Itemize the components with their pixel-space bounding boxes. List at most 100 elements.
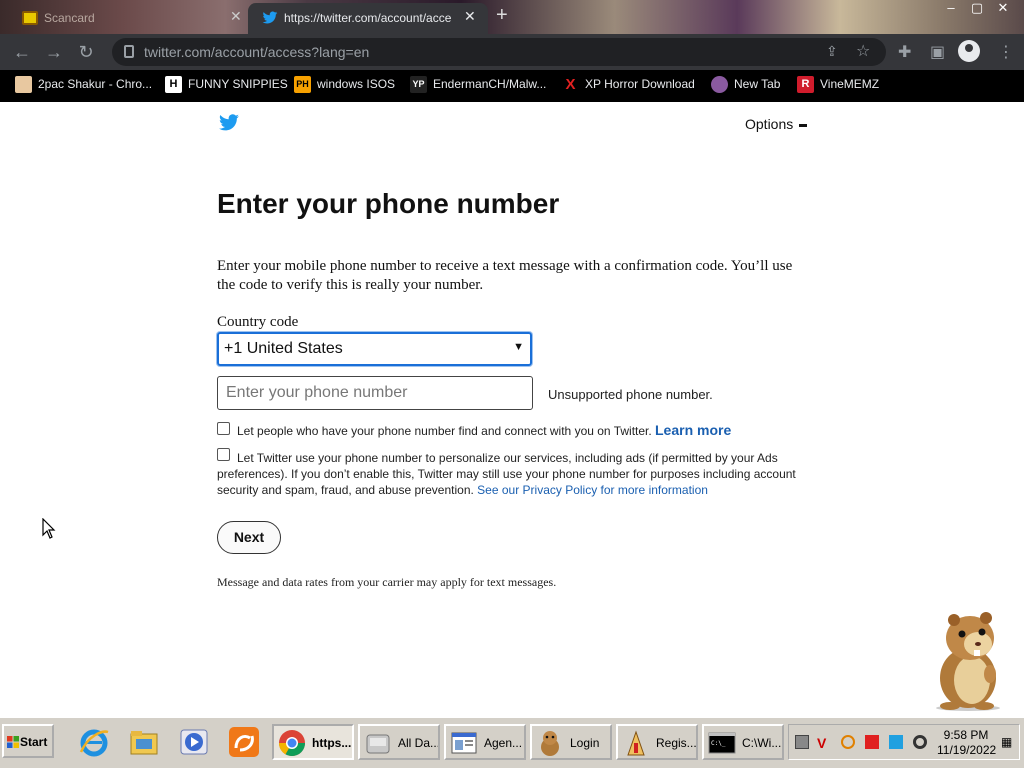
bookmark-2pac[interactable]: 2pac Shakur - Chro... <box>15 76 153 93</box>
taskbar-label: Agen... <box>484 736 523 750</box>
reload-icon[interactable]: ↻ <box>74 42 98 63</box>
tray-app-icon[interactable] <box>795 735 809 749</box>
country-code-label: Country code <box>217 314 299 330</box>
find-by-phone-label: Let people who have your phone number fi… <box>237 424 652 438</box>
country-code-value: +1 United States <box>224 340 343 357</box>
chrome-icon <box>15 76 32 93</box>
svg-text:C:\_: C:\_ <box>711 740 726 747</box>
close-window-icon[interactable]: ✕ <box>990 0 1016 18</box>
taskbar-cmd[interactable]: C:\_ C:\Wi... <box>702 724 784 760</box>
share-icon[interactable]: ⇪ <box>826 43 838 60</box>
bookmark-star-icon[interactable]: ☆ <box>856 41 870 61</box>
bookmark-label: 2pac Shakur - Chro... <box>38 77 153 91</box>
media-player-icon[interactable] <box>178 726 210 758</box>
file-explorer-icon[interactable] <box>128 726 160 758</box>
taskbar-all-data[interactable]: All Da... <box>358 724 440 760</box>
new-tab-icon[interactable]: + <box>496 4 508 27</box>
r-icon: R <box>797 76 814 93</box>
country-code-select[interactable]: +1 United States ▼ <box>217 332 532 366</box>
hamster-icon <box>541 731 559 756</box>
taskbar-label: All Da... <box>398 736 440 750</box>
url-text[interactable]: twitter.com/account/access?lang=en <box>144 44 369 60</box>
personalize-ads-label: Let Twitter use your phone number to per… <box>217 450 807 498</box>
close-icon[interactable]: ✕ <box>230 8 242 25</box>
phone-number-input[interactable]: Enter your phone number <box>217 376 533 410</box>
clock-time: 9:58 PM <box>943 728 989 742</box>
mouse-cursor-icon <box>42 518 56 539</box>
clock[interactable]: 9:58 PM 11/19/2022 <box>937 728 997 758</box>
maximize-icon[interactable]: ▢ <box>964 0 990 18</box>
uc-browser-icon[interactable] <box>228 726 260 758</box>
close-icon[interactable]: ✕ <box>464 8 476 25</box>
back-icon[interactable]: ← <box>10 42 34 63</box>
start-label: Start <box>20 735 48 749</box>
windows-logo-icon <box>7 736 19 748</box>
taskbar-label: https... <box>312 736 352 750</box>
page-content: Options Enter your phone number Enter yo… <box>0 102 1024 716</box>
cmd-icon: C:\_ <box>708 732 736 754</box>
start-button[interactable]: Start <box>2 724 54 758</box>
yp-icon: YP <box>410 76 427 93</box>
clock-date: 11/19/2022 <box>937 743 997 757</box>
forward-icon[interactable]: → <box>42 42 66 63</box>
profile-avatar-icon[interactable] <box>958 40 980 62</box>
bookmark-label: VineMEMZ <box>820 77 880 91</box>
taskbar-login[interactable]: Login <box>530 724 612 760</box>
antivirus-icon[interactable]: V <box>817 735 831 751</box>
drive-icon <box>366 734 390 754</box>
taskbar-label: Regis... <box>656 736 697 750</box>
search-tray-icon[interactable] <box>841 735 855 749</box>
show-desktop-icon[interactable]: ▦ <box>1001 735 1015 749</box>
carrier-rates-note: Message and data rates from your carrier… <box>217 575 557 589</box>
bookmark-label: New Tab <box>734 77 781 91</box>
tab-scancard[interactable]: Scancard ✕ <box>8 3 248 34</box>
scancard-icon <box>22 11 38 25</box>
privacy-policy-link[interactable]: See our Privacy Policy for more informat… <box>477 483 708 497</box>
h-icon: H <box>165 76 182 93</box>
taskbar-agent[interactable]: Agen... <box>444 724 526 760</box>
bookmark-vinememz[interactable]: R VineMEMZ <box>797 76 880 93</box>
bookmark-label: windows ISOS <box>317 77 396 91</box>
chrome-icon <box>278 730 306 757</box>
taskbar-chrome[interactable]: https... <box>272 724 354 760</box>
record-icon[interactable] <box>913 735 927 749</box>
menu-kebab-icon[interactable]: ⋮ <box>998 42 1014 62</box>
bookmark-new-tab[interactable]: New Tab <box>711 76 781 93</box>
twitter-logo-icon[interactable] <box>218 114 240 132</box>
address-bar[interactable]: twitter.com/account/access?lang=en ⇪ ☆ <box>112 38 886 66</box>
next-button[interactable]: Next <box>217 521 281 554</box>
bookmark-funny-snippies[interactable]: H FUNNY SNIPPIES <box>165 76 288 93</box>
phone-error-message: Unsupported phone number. <box>548 387 713 402</box>
lock-icon[interactable] <box>124 45 134 58</box>
side-panel-icon[interactable]: ▣ <box>930 42 945 62</box>
browser-toolbar: ← → ↻ twitter.com/account/access?lang=en… <box>0 34 1024 70</box>
minimize-icon[interactable]: – <box>938 0 964 18</box>
page-title: Enter your phone number <box>217 188 560 219</box>
taskbar: Start https... All Da... Agen... Login R… <box>0 716 1024 768</box>
tab-title: https://twitter.com/account/acce <box>284 11 452 25</box>
bookmark-endermanch[interactable]: YP EndermanCH/Malw... <box>410 76 546 93</box>
network-icon[interactable] <box>889 735 903 749</box>
bookmark-label: XP Horror Download <box>585 77 695 91</box>
internet-explorer-icon[interactable] <box>78 726 110 758</box>
options-menu-icon[interactable] <box>799 124 807 127</box>
bookmark-windows-isos[interactable]: PH windows ISOS <box>294 76 396 93</box>
find-by-phone-checkbox[interactable] <box>217 422 230 435</box>
tab-twitter[interactable]: https://twitter.com/account/acce ✕ <box>248 3 488 34</box>
bookmark-xp-horror[interactable]: X XP Horror Download <box>562 76 695 93</box>
globe-icon <box>711 76 728 93</box>
installer-icon <box>627 730 645 756</box>
window-icon <box>451 732 477 754</box>
learn-more-link[interactable]: Learn more <box>655 422 731 438</box>
taskbar-registry[interactable]: Regis... <box>616 724 698 760</box>
intro-text: Enter your mobile phone number to receiv… <box>217 258 793 293</box>
options-menu[interactable]: Options <box>745 116 793 132</box>
flag-icon[interactable] <box>865 735 879 749</box>
ph-icon: PH <box>294 76 311 93</box>
taskbar-label: Login <box>570 736 600 750</box>
extensions-icon[interactable]: ✚ <box>898 42 911 62</box>
chevron-down-icon: ▼ <box>513 341 524 353</box>
twitter-icon <box>262 11 278 24</box>
tab-strip: Scancard ✕ https://twitter.com/account/a… <box>0 0 1024 34</box>
hamster-mascot-icon[interactable] <box>920 608 1010 712</box>
